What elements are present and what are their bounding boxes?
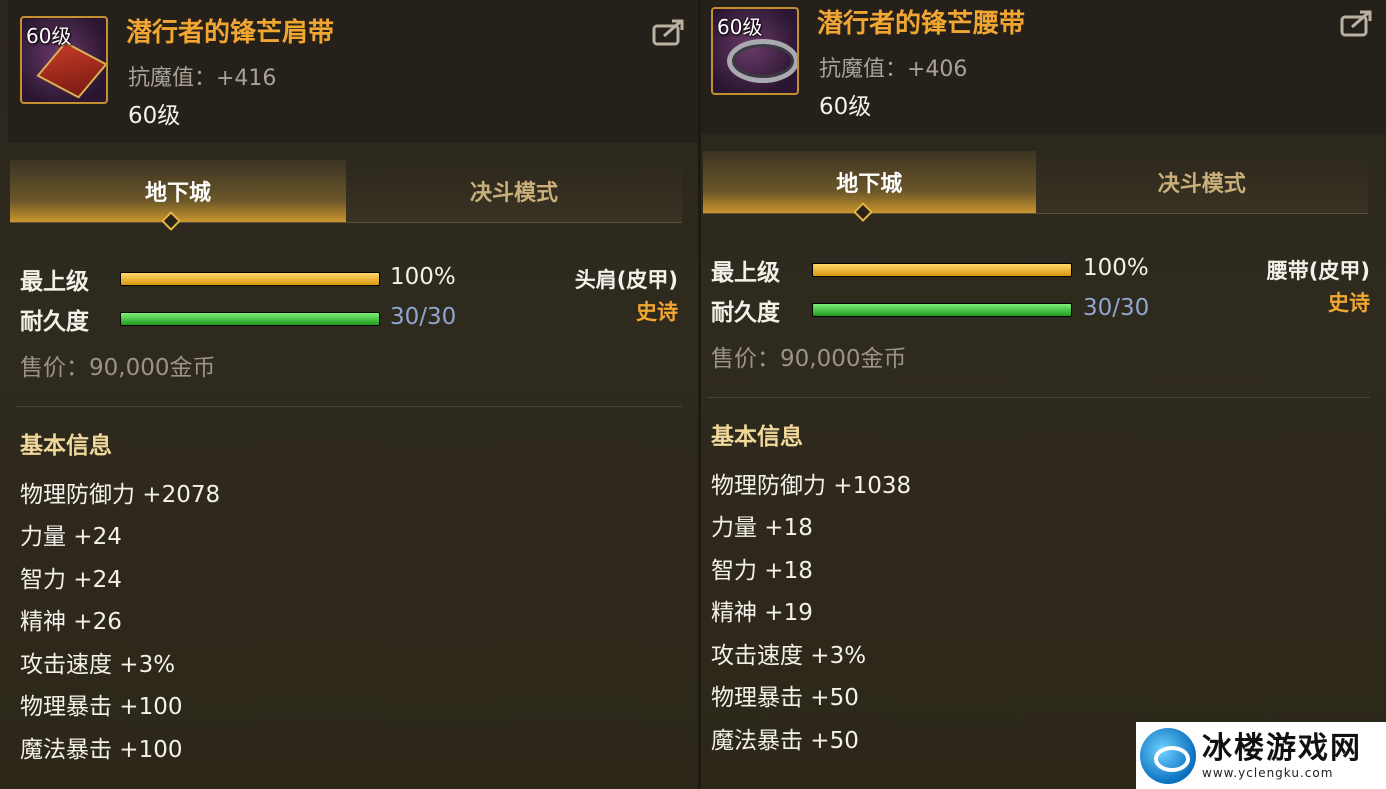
- anti-magic-value: 抗魔值：+406: [819, 57, 968, 82]
- anti-magic-value: 抗魔值：+416: [128, 66, 277, 91]
- grade-percent: 100%: [390, 264, 456, 290]
- item-tooltip-right: 60级 潜行者的锋芒腰带 抗魔值：+406 60级 地下城 决斗模式 最上级 1…: [701, 0, 1386, 789]
- grade-label: 最上级: [711, 260, 780, 286]
- share-export-icon[interactable]: [1340, 9, 1374, 37]
- attribute-line: 物理防御力 +1038: [711, 473, 912, 499]
- item-name: 潜行者的锋芒肩带: [126, 18, 335, 48]
- durability-bar: [120, 312, 380, 326]
- durability-bar-fill: [121, 313, 379, 325]
- grade-bar: [120, 272, 380, 286]
- equipment-slot: 腰带(皮甲): [1266, 259, 1370, 283]
- share-export-icon[interactable]: [652, 18, 686, 46]
- grade-label: 最上级: [20, 269, 89, 295]
- watermark-title: 冰楼游戏网: [1202, 730, 1362, 766]
- item-tooltip-left: 60级 潜行者的锋芒肩带 抗魔值：+416 60级 地下城 决斗模式 最上级 1…: [0, 0, 701, 789]
- sell-price: 售价：90,000金币: [20, 355, 216, 381]
- durability-value: 30/30: [1083, 295, 1150, 321]
- attribute-line: 精神 +19: [711, 600, 813, 626]
- tab-dungeon[interactable]: 地下城: [10, 160, 346, 222]
- durability-bar: [812, 303, 1072, 317]
- attribute-line: 攻击速度 +3%: [711, 643, 867, 669]
- durability-value: 30/30: [390, 304, 457, 330]
- basic-info-heading: 基本信息: [711, 424, 803, 450]
- durability-bar-fill: [813, 304, 1071, 316]
- shoulder-cape-icon: 60级: [20, 16, 108, 104]
- equipment-slot: 头肩(皮甲): [574, 268, 678, 292]
- durability-label: 耐久度: [711, 300, 780, 326]
- attribute-line: 精神 +26: [20, 609, 122, 635]
- tab-duel-mode[interactable]: 决斗模式: [1035, 151, 1368, 213]
- tooltip-header: 60级 潜行者的锋芒肩带 抗魔值：+416 60级: [8, 0, 698, 143]
- site-watermark: 冰楼游戏网 www.yclengku.com: [1136, 722, 1386, 789]
- attribute-line: 智力 +18: [711, 558, 813, 584]
- attribute-line: 魔法暴击 +50: [711, 728, 859, 754]
- item-level: 60级: [128, 103, 181, 129]
- grade-percent: 100%: [1083, 255, 1149, 281]
- section-divider: [16, 406, 682, 407]
- attribute-line: 物理防御力 +2078: [20, 482, 221, 508]
- attribute-line: 智力 +24: [20, 567, 122, 593]
- attribute-line: 物理暴击 +100: [20, 694, 183, 720]
- attribute-line: 力量 +18: [711, 515, 813, 541]
- basic-info-heading: 基本信息: [20, 433, 112, 459]
- tab-duel-mode[interactable]: 决斗模式: [346, 160, 682, 222]
- grade-bar: [812, 263, 1072, 277]
- mode-tabs: 地下城 决斗模式: [703, 151, 1368, 214]
- tab-dungeon[interactable]: 地下城: [703, 151, 1036, 213]
- attribute-line: 物理暴击 +50: [711, 685, 859, 711]
- watermark-url: www.yclengku.com: [1202, 765, 1334, 780]
- rarity-label: 史诗: [1328, 291, 1370, 315]
- grade-bar-fill: [813, 264, 1071, 276]
- section-divider: [707, 397, 1370, 398]
- grade-bar-fill: [121, 273, 379, 285]
- item-level: 60级: [819, 94, 872, 120]
- attribute-line: 攻击速度 +3%: [20, 652, 176, 678]
- site-logo-icon: [1140, 727, 1196, 784]
- icon-level-label: 60级: [26, 24, 72, 48]
- mode-tabs: 地下城 决斗模式: [10, 160, 682, 223]
- attribute-line: 魔法暴击 +100: [20, 737, 183, 763]
- item-name: 潜行者的锋芒腰带: [817, 9, 1026, 39]
- icon-level-label: 60级: [717, 15, 763, 39]
- rarity-label: 史诗: [636, 300, 678, 324]
- tooltip-header: 60级 潜行者的锋芒腰带 抗魔值：+406 60级: [701, 0, 1386, 134]
- durability-label: 耐久度: [20, 309, 89, 335]
- belt-icon: 60级: [711, 7, 799, 95]
- sell-price: 售价：90,000金币: [711, 346, 907, 372]
- attribute-line: 力量 +24: [20, 524, 122, 550]
